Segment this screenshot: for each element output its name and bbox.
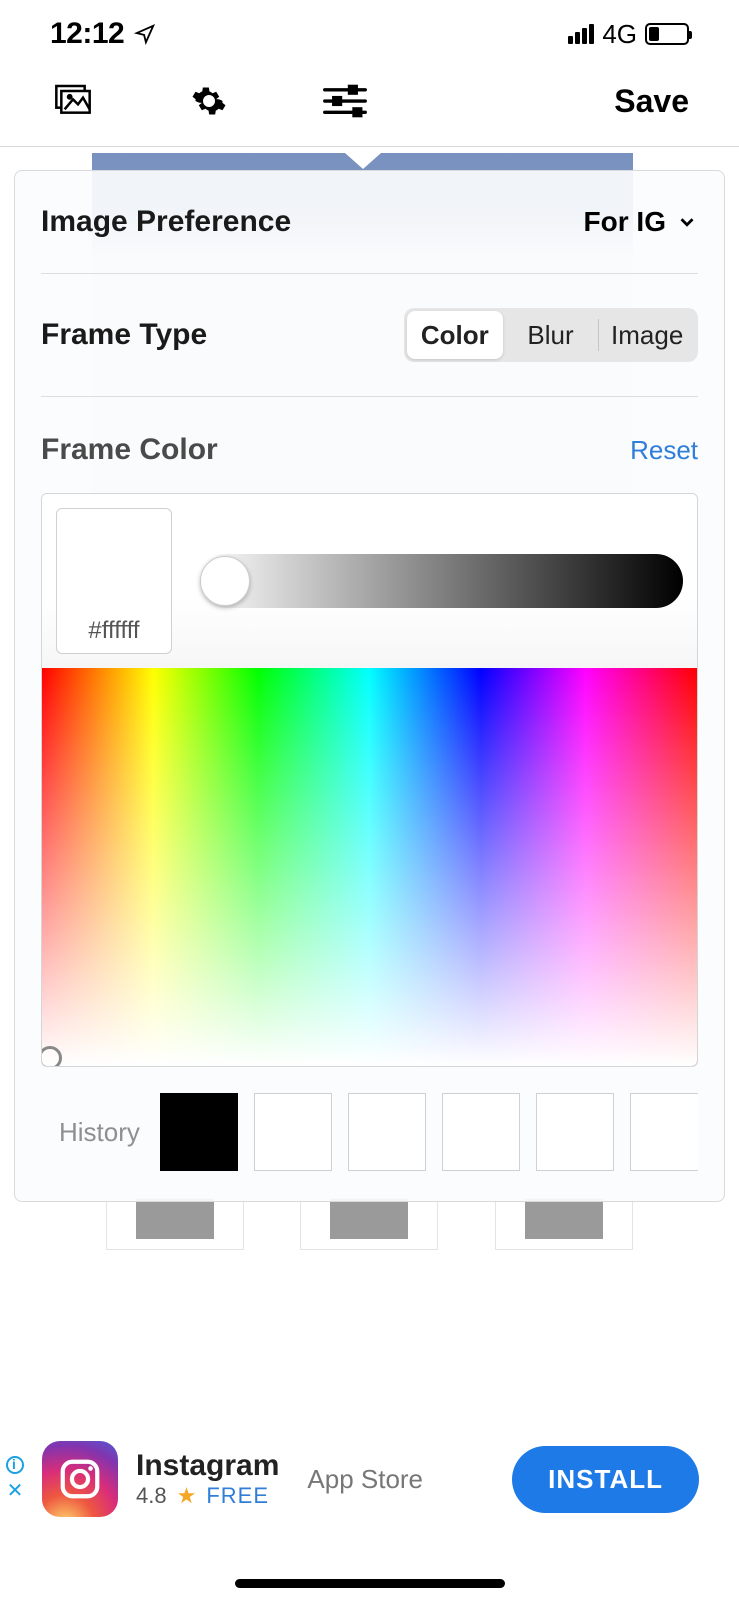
chevron-down-icon	[676, 211, 698, 233]
frame-type-color[interactable]: Color	[407, 311, 503, 359]
history-label: History	[59, 1117, 140, 1148]
home-indicator[interactable]	[235, 1579, 505, 1588]
location-icon	[134, 23, 156, 45]
history-swatch[interactable]	[536, 1093, 614, 1171]
history-swatch[interactable]	[160, 1093, 238, 1171]
settings-panel: Image Preference For IG Frame Type Color…	[14, 170, 725, 1202]
image-preference-label: Image Preference	[41, 205, 291, 239]
status-time: 12:12	[50, 17, 124, 51]
ad-title: Instagram	[136, 1449, 279, 1483]
gear-icon[interactable]	[186, 78, 232, 124]
install-button[interactable]: INSTALL	[512, 1446, 699, 1513]
ad-info-icon[interactable]	[6, 1456, 24, 1474]
frame-color-label: Frame Color	[41, 433, 218, 467]
ad-close-icon[interactable]: ✕	[7, 1478, 24, 1503]
toolbar: Save	[0, 60, 739, 147]
star-icon: ★	[177, 1483, 197, 1509]
frame-type-row: Frame Type Color Blur Image	[41, 274, 698, 397]
brightness-slider[interactable]	[198, 554, 683, 608]
image-preference-row: Image Preference For IG	[41, 171, 698, 274]
battery-icon	[645, 23, 689, 45]
color-picker: #ffffff	[41, 493, 698, 1067]
ad-store: App Store	[307, 1464, 423, 1495]
image-preference-dropdown[interactable]: For IG	[584, 206, 698, 238]
color-cursor[interactable]	[41, 1046, 62, 1067]
ad-rating: 4.8	[136, 1483, 167, 1509]
images-icon[interactable]	[50, 78, 96, 124]
current-color-swatch: #ffffff	[56, 508, 172, 654]
frame-color-header: Frame Color Reset	[41, 397, 698, 487]
history-swatch[interactable]	[348, 1093, 426, 1171]
hex-value: #ffffff	[88, 617, 139, 645]
history-row: History	[41, 1067, 698, 1201]
history-swatch[interactable]	[630, 1093, 698, 1171]
image-preference-value: For IG	[584, 206, 666, 238]
thumbnail-strip	[0, 1198, 739, 1250]
frame-type-blur[interactable]: Blur	[503, 311, 599, 359]
save-button[interactable]: Save	[614, 83, 689, 120]
hue-saturation-field[interactable]	[42, 668, 697, 1066]
signal-icon	[568, 24, 594, 44]
status-bar: 12:12 4G	[0, 0, 739, 60]
sliders-icon[interactable]	[322, 78, 368, 124]
network-label: 4G	[602, 19, 637, 50]
thumbnail-item[interactable]	[495, 1198, 633, 1250]
ad-free: FREE	[206, 1483, 269, 1509]
instagram-icon	[42, 1441, 118, 1517]
ad-banner: ✕ Instagram 4.8 ★ FREE App Store INSTALL	[0, 1418, 739, 1540]
frame-type-label: Frame Type	[41, 318, 207, 352]
frame-type-image[interactable]: Image	[599, 311, 695, 359]
history-swatch[interactable]	[442, 1093, 520, 1171]
frame-type-segmented: Color Blur Image	[404, 308, 698, 362]
history-swatch[interactable]	[254, 1093, 332, 1171]
thumbnail-item[interactable]	[106, 1198, 244, 1250]
reset-button[interactable]: Reset	[630, 435, 698, 466]
thumbnail-item[interactable]	[300, 1198, 438, 1250]
slider-thumb[interactable]	[200, 556, 250, 606]
